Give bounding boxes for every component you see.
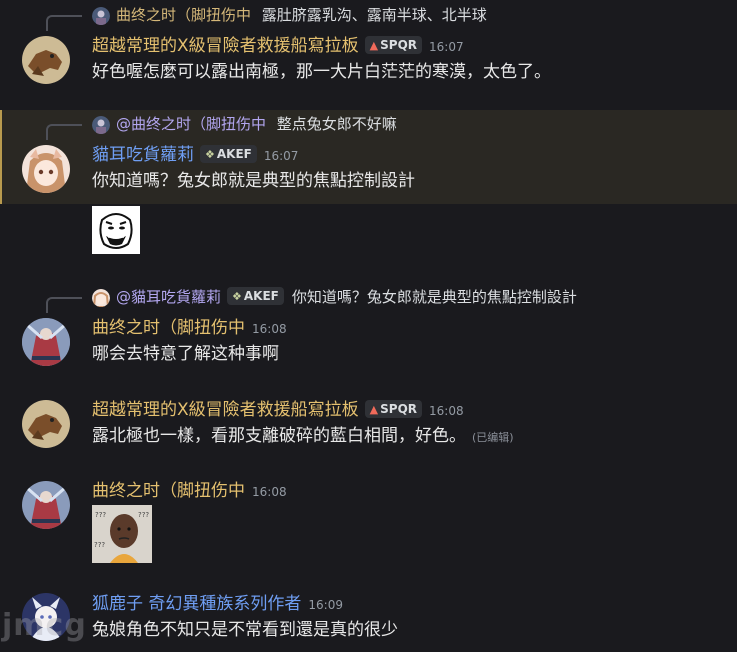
timestamp: 16:08 [252, 322, 287, 336]
flame-icon: ▲ [369, 403, 379, 416]
avatar[interactable] [22, 318, 70, 366]
avatar[interactable] [22, 36, 70, 84]
reply-spine [46, 124, 82, 140]
reply-preview[interactable]: @曲终之时（脚扭伤中 整点兔女郎不好嘛 [0, 113, 737, 140]
username[interactable]: 超越常理的X級冒險者救援船寫拉板 [92, 36, 359, 56]
reply-preview[interactable]: 曲终之时（脚扭伤中 露肚脐露乳沟、露南半球、北半球 [0, 4, 737, 31]
reply-spine [46, 15, 82, 31]
timestamp: 16:08 [252, 485, 287, 499]
server-tag[interactable]: ▲ SPQR [364, 400, 423, 418]
timestamp: 16:08 [429, 404, 464, 418]
reply-content[interactable]: 整点兔女郎不好嘛 [277, 115, 397, 133]
timestamp: 16:07 [263, 149, 299, 163]
avatar[interactable] [22, 400, 70, 448]
reply-content[interactable]: 你知道嗎？兔女郎就是典型的焦點控制設計 [292, 288, 577, 306]
message-text: 哪会去特意了解这种事啊 [92, 344, 279, 364]
reply-spine [46, 297, 82, 313]
avatar[interactable] [22, 145, 70, 193]
reply-avatar[interactable] [92, 289, 110, 307]
message-text: 露北極也一樣，看那支離破碎的藍白相間，好色。 (已编辑) [92, 426, 514, 446]
avatar[interactable] [22, 481, 70, 529]
diamond-icon: ❖ [232, 290, 242, 303]
reply-avatar[interactable] [92, 7, 110, 25]
edited-label: (已编辑) [472, 431, 514, 444]
svg-text:???: ??? [138, 511, 149, 519]
username[interactable]: 貓耳吃貨蘿莉 [92, 145, 194, 165]
watermark: jmcg [2, 608, 87, 643]
reply-avatar[interactable] [92, 116, 110, 134]
flame-icon: ▲ [369, 39, 379, 52]
reply-author[interactable]: @貓耳吃貨蘿莉 [116, 288, 221, 306]
message-text: 你知道嗎？兔女郎就是典型的焦點控制設計 [92, 171, 415, 191]
reply-author[interactable]: @曲终之时（脚扭伤中 [116, 115, 266, 133]
svg-text:???: ??? [95, 511, 106, 519]
timestamp: 16:09 [308, 598, 343, 612]
reply-preview[interactable]: @貓耳吃貨蘿莉 ❖ AKEF 你知道嗎？兔女郎就是典型的焦點控制設計 [0, 286, 737, 313]
timestamp: 16:07 [429, 40, 464, 54]
username[interactable]: 狐鹿子 奇幻異種族系列作者 [92, 594, 301, 614]
server-tag[interactable]: ❖ AKEF [227, 287, 284, 305]
reply-content[interactable]: 露肚脐露乳沟、露南半球、北半球 [262, 6, 487, 24]
svg-text:???: ??? [94, 541, 105, 549]
server-tag[interactable]: ▲ SPQR [364, 36, 423, 54]
confused-man-image[interactable]: ????????? [92, 505, 152, 563]
username[interactable]: 曲终之时（脚扭伤中 [92, 318, 245, 338]
username[interactable]: 曲终之时（脚扭伤中 [92, 481, 245, 501]
message-text: 兔娘角色不知只是不常看到還是真的很少 [92, 620, 398, 640]
server-tag[interactable]: ❖ AKEF [200, 145, 257, 163]
message-text: 好色喔怎麼可以露出南極，那一大片白茫茫的寒漠，太色了。 [92, 62, 551, 82]
username[interactable]: 超越常理的X級冒險者救援船寫拉板 [92, 400, 359, 420]
meme-face-image[interactable] [92, 206, 140, 254]
reply-author[interactable]: 曲终之时（脚扭伤中 [116, 6, 251, 24]
diamond-icon: ❖ [205, 148, 215, 161]
